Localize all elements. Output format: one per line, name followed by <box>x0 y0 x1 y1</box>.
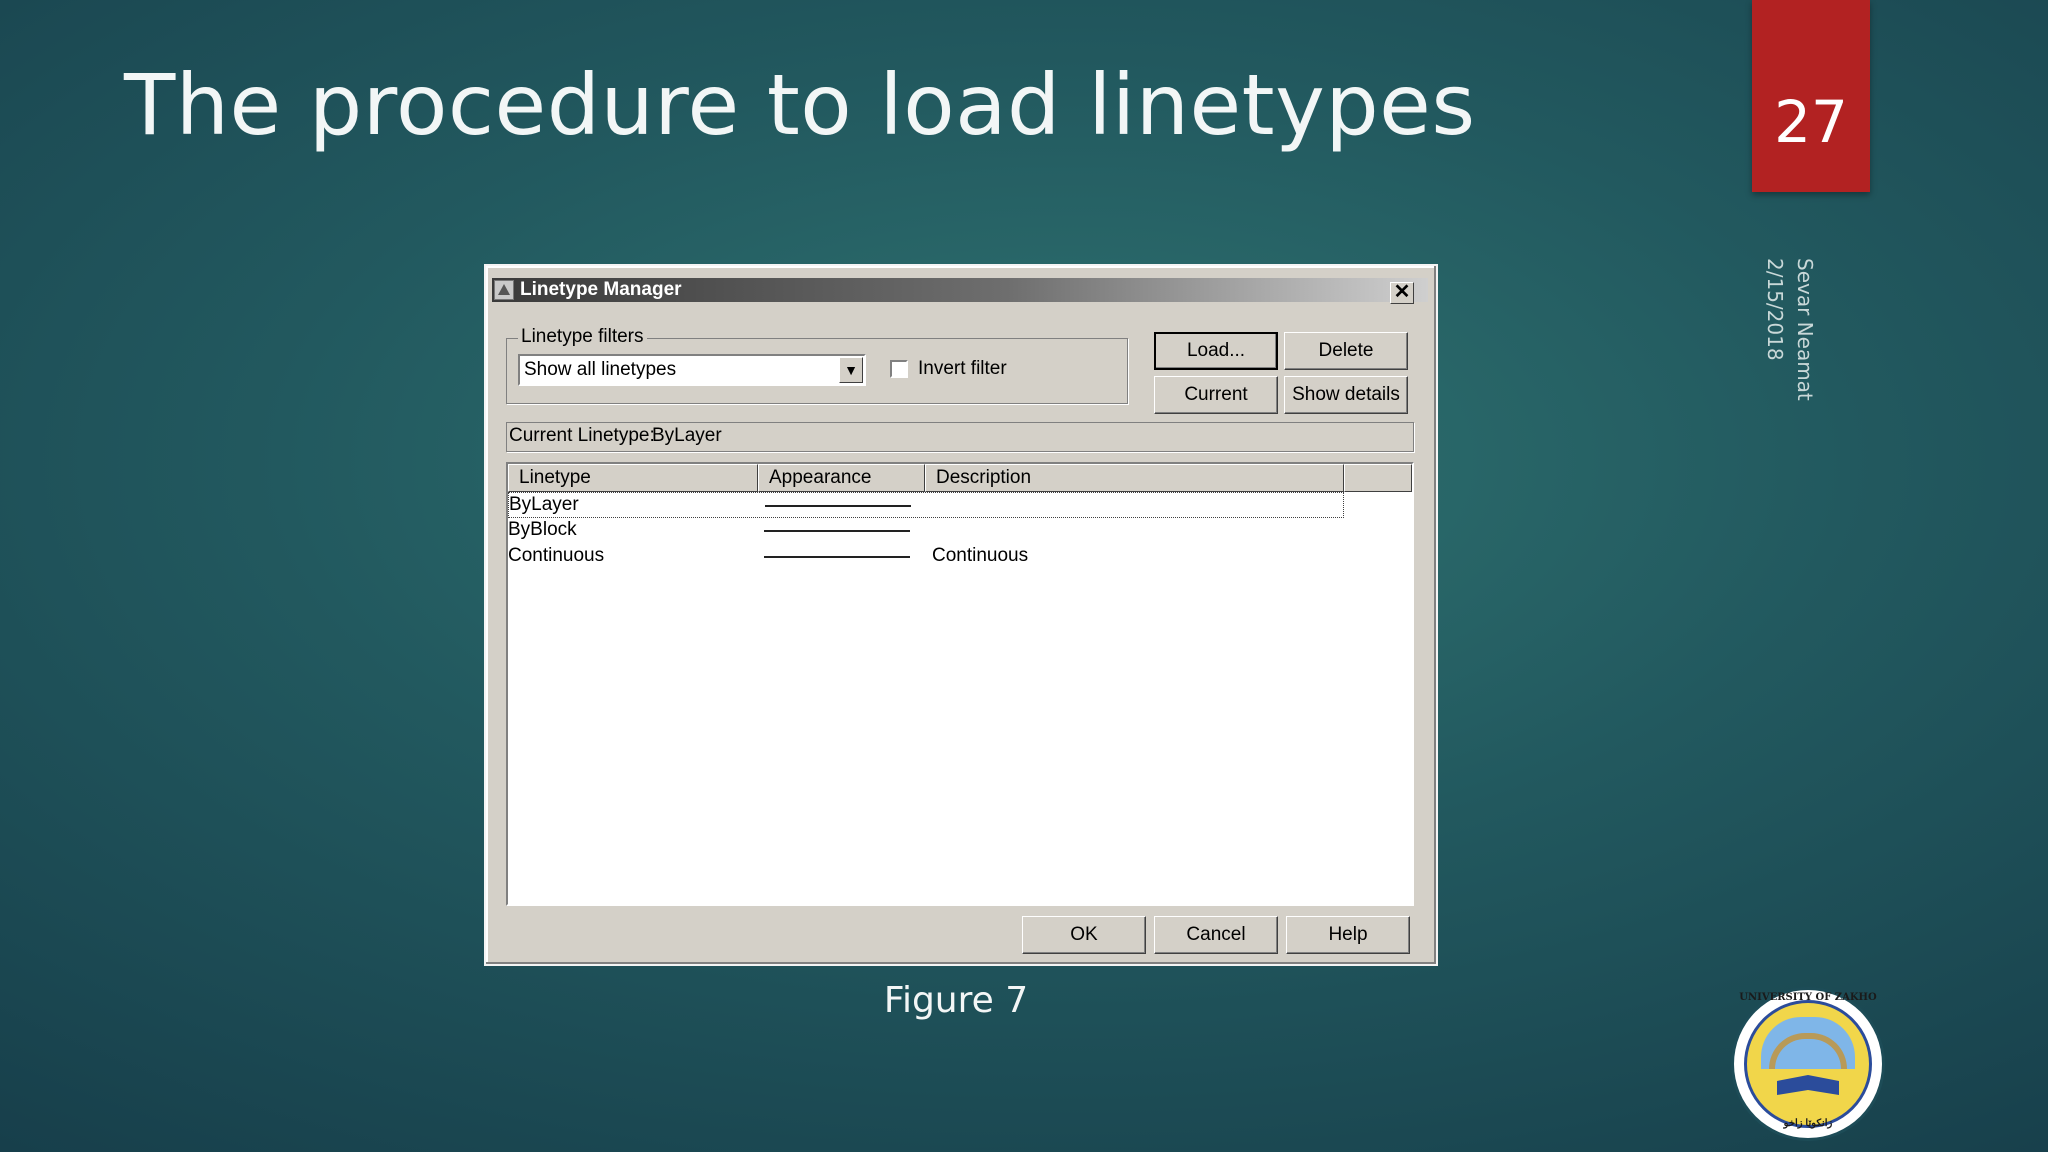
linetype-description: Continuous <box>932 545 1029 566</box>
logo-top-text: UNIVERSITY OF ZAKHO <box>1739 992 1877 1003</box>
linetype-filters-label: Linetype filters <box>518 326 647 348</box>
list-item[interactable]: ByLayer <box>508 492 1344 518</box>
close-icon: ✕ <box>1393 281 1411 303</box>
column-header-filler <box>1344 464 1412 492</box>
ok-button[interactable]: OK <box>1022 916 1146 954</box>
current-button[interactable]: Current <box>1154 376 1278 414</box>
logo-emblem <box>1744 1000 1872 1128</box>
page-number: 27 <box>1774 88 1848 156</box>
figure-caption: Figure 7 <box>883 980 1029 1021</box>
book-icon <box>1777 1075 1839 1095</box>
linetype-filter-value: Show all linetypes <box>524 359 677 380</box>
column-header-appearance[interactable]: Appearance <box>758 464 925 492</box>
current-linetype-bar: Current Linetype: ByLayer <box>506 422 1414 452</box>
current-linetype-value: ByLayer <box>652 425 722 446</box>
column-header-description[interactable]: Description <box>925 464 1344 492</box>
linetype-appearance-line <box>764 556 910 558</box>
linetype-name: Continuous <box>508 545 605 566</box>
university-logo: UNIVERSITY OF ZAKHO زانكوێا زاخو <box>1734 990 1882 1138</box>
footer-vertical-text: Sevar Neamat 2/15/2018 <box>1760 258 1820 401</box>
show-details-button[interactable]: Show details <box>1284 376 1408 414</box>
cancel-button[interactable]: Cancel <box>1154 916 1278 954</box>
app-icon <box>494 280 514 300</box>
linetype-filter-dropdown[interactable]: Show all linetypes ▼ <box>518 354 866 386</box>
linetype-name: ByBlock <box>508 519 577 540</box>
close-button[interactable]: ✕ <box>1390 282 1414 304</box>
logo-bottom-text: زانكوێا زاخو <box>1783 1118 1833 1129</box>
invert-filter-label[interactable]: Invert filter <box>918 358 1007 380</box>
dialog-title: Linetype Manager <box>520 279 682 300</box>
help-button[interactable]: Help <box>1286 916 1410 954</box>
linetype-manager-dialog: Linetype Manager ✕ Linetype filters Show… <box>484 264 1438 966</box>
invert-filter-checkbox[interactable] <box>890 360 908 378</box>
page-number-badge: 27 <box>1752 0 1870 192</box>
linetype-appearance-line <box>765 505 911 507</box>
current-linetype-label: Current Linetype: <box>509 425 655 446</box>
list-item[interactable]: ByBlock <box>508 518 1344 544</box>
dialog-titlebar[interactable]: Linetype Manager <box>492 278 1428 302</box>
linetype-list[interactable]: Linetype Appearance Description ByLayer … <box>506 462 1414 906</box>
dropdown-arrow-icon[interactable]: ▼ <box>839 357 863 383</box>
slide-date: 2/15/2018 <box>1763 258 1787 361</box>
author-name: Sevar Neamat <box>1793 258 1817 401</box>
load-button[interactable]: Load... <box>1154 332 1278 370</box>
delete-button[interactable]: Delete <box>1284 332 1408 370</box>
list-item[interactable]: Continuous Continuous <box>508 544 1344 570</box>
column-header-linetype[interactable]: Linetype <box>508 464 758 492</box>
linetype-appearance-line <box>764 530 910 532</box>
linetype-name: ByLayer <box>509 494 579 515</box>
slide-title: The procedure to load linetypes <box>124 56 1476 154</box>
